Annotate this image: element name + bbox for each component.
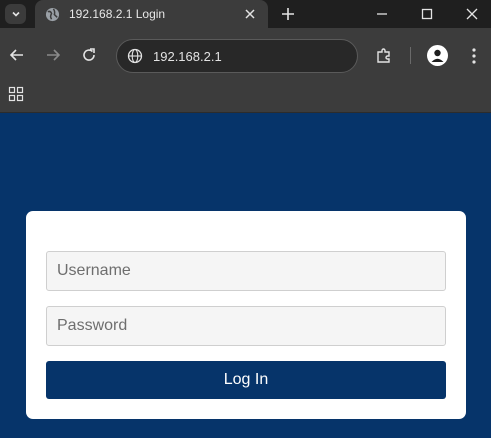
username-input[interactable]: [46, 251, 446, 291]
profile-avatar[interactable]: [427, 45, 448, 66]
address-bar[interactable]: 192.168.2.1: [116, 39, 358, 73]
reload-icon[interactable]: [80, 46, 98, 64]
address-bar-url: 192.168.2.1: [153, 49, 222, 64]
close-window-icon[interactable]: [464, 6, 480, 22]
browser-toolbar: 192.168.2.1: [0, 28, 491, 83]
minimize-icon[interactable]: [374, 6, 390, 22]
new-tab-plus-icon[interactable]: [279, 5, 297, 23]
login-card: Log In: [26, 211, 466, 419]
tab-search-button[interactable]: [5, 4, 26, 24]
apps-grid-icon[interactable]: [8, 86, 24, 102]
login-button[interactable]: Log In: [46, 361, 446, 399]
person-icon: [431, 49, 444, 62]
password-input[interactable]: [46, 306, 446, 346]
tab-strip: 192.168.2.1 Login: [0, 0, 491, 28]
tab-title: 192.168.2.1 Login: [69, 7, 166, 21]
login-page: Log In: [0, 114, 491, 438]
back-arrow-icon[interactable]: [8, 46, 26, 64]
close-icon[interactable]: [243, 7, 257, 21]
maximize-icon[interactable]: [419, 6, 435, 22]
toolbar-divider: [410, 47, 411, 64]
bookmarks-bar: [0, 83, 491, 113]
browser-tab[interactable]: 192.168.2.1 Login: [35, 0, 268, 28]
globe-icon: [45, 7, 60, 22]
forward-arrow-icon[interactable]: [44, 46, 62, 64]
kebab-menu-icon[interactable]: [466, 47, 482, 65]
chevron-down-icon: [11, 11, 20, 17]
puzzle-icon[interactable]: [375, 47, 393, 65]
globe-icon[interactable]: [127, 48, 143, 64]
